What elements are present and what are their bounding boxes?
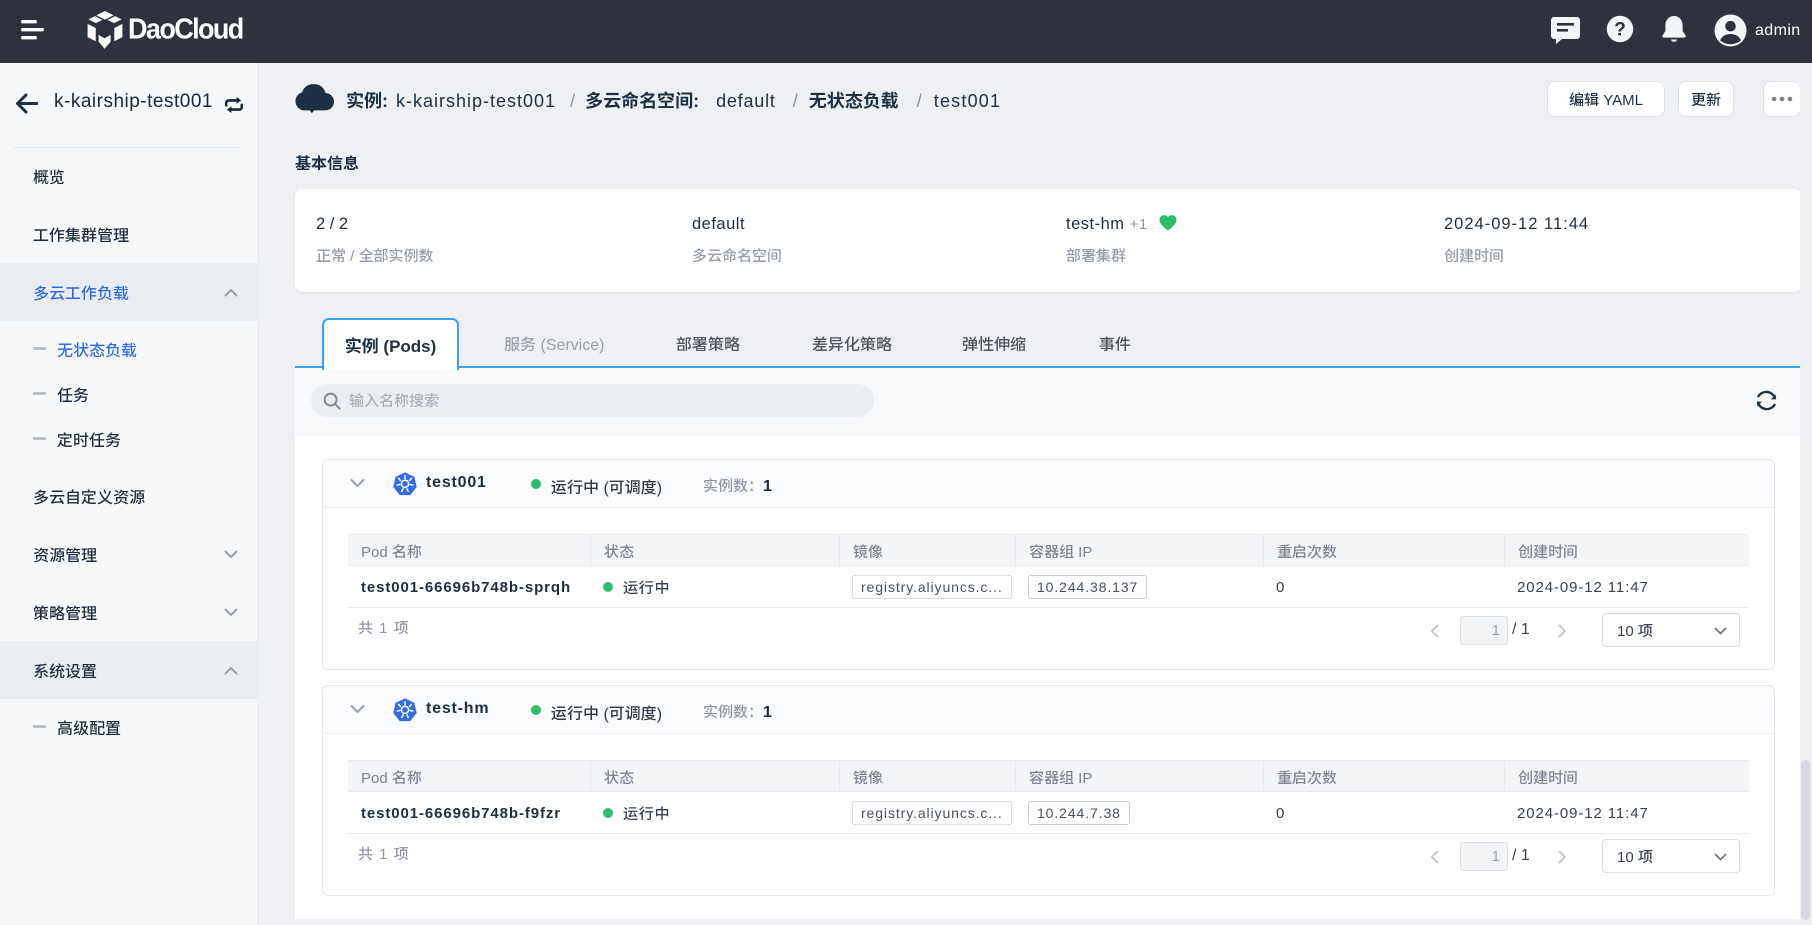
svg-text:?: ? [1614, 20, 1626, 41]
